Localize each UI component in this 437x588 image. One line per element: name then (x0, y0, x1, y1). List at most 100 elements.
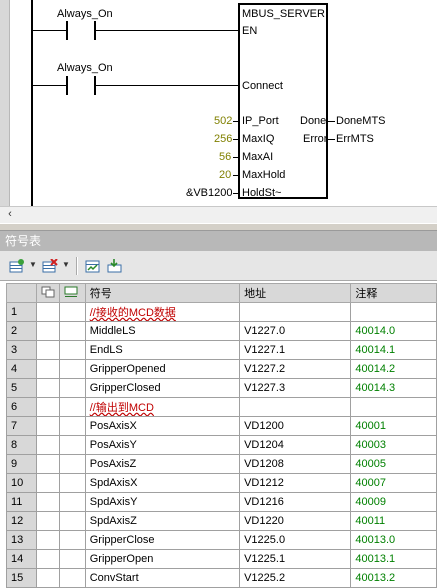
horizontal-scrollbar[interactable]: ‹ (0, 206, 437, 223)
comment-cell[interactable]: 40014.1 (350, 340, 437, 360)
table-row[interactable]: 15 ConvStart V1225.2 40013.2 (6, 568, 437, 588)
table-row-group[interactable]: 1 //接收的MCD数据 (6, 302, 437, 322)
delete-row-icon[interactable] (42, 259, 58, 273)
address-cell[interactable]: VD1200 (239, 416, 352, 436)
comment-cell[interactable]: 40011 (350, 511, 437, 531)
flag-cell[interactable] (58, 454, 86, 474)
symbol-cell[interactable]: EndLS (84, 340, 241, 360)
address-cell[interactable]: VD1220 (239, 511, 352, 531)
symbol-cell[interactable]: SpdAxisX (84, 473, 241, 493)
symbol-cell[interactable]: GripperOpen (84, 549, 241, 569)
ladder-editor[interactable]: Always_On Always_On MBUS_SERVER EN Conne… (0, 0, 437, 206)
status-cell[interactable] (35, 435, 60, 455)
table-row[interactable]: 2 MiddleLS V1227.0 40014.0 (6, 321, 437, 341)
flag-cell[interactable] (58, 473, 86, 493)
comment-cell[interactable]: 40013.2 (350, 568, 437, 588)
address-cell[interactable]: VD1212 (239, 473, 352, 493)
table-row[interactable]: 10 SpdAxisX VD1212 40007 (6, 473, 437, 493)
table-row[interactable]: 5 GripperClosed V1227.3 40014.3 (6, 378, 437, 398)
symbol-cell[interactable]: //接收的MCD数据 (84, 302, 241, 322)
status-cell[interactable] (35, 530, 60, 550)
symbol-cell[interactable]: PosAxisX (84, 416, 241, 436)
flag-cell[interactable] (58, 359, 86, 379)
symbol-cell[interactable]: PosAxisZ (84, 454, 241, 474)
table-row[interactable]: 12 SpdAxisZ VD1220 40011 (6, 511, 437, 531)
address-cell[interactable] (239, 397, 352, 417)
status-cell[interactable] (35, 302, 60, 322)
insert-row-icon[interactable] (9, 259, 25, 273)
symbol-cell[interactable]: SpdAxisZ (84, 511, 241, 531)
chevron-down-icon[interactable]: ▼ (62, 261, 70, 269)
normally-open-contact[interactable] (66, 76, 96, 95)
status-cell[interactable] (35, 416, 60, 436)
table-row[interactable]: 4 GripperOpened V1227.2 40014.2 (6, 359, 437, 379)
status-cell[interactable] (35, 549, 60, 569)
symbol-cell[interactable]: //输出到MCD (84, 397, 241, 417)
comment-cell[interactable]: 40013.0 (350, 530, 437, 550)
symbol-cell[interactable]: MiddleLS (84, 321, 241, 341)
symbol-cell[interactable]: SpdAxisY (84, 492, 241, 512)
status-cell[interactable] (35, 397, 60, 417)
flag-cell[interactable] (58, 302, 86, 322)
status-cell[interactable] (35, 378, 60, 398)
address-cell[interactable]: V1227.0 (239, 321, 352, 341)
comment-cell[interactable]: 40007 (350, 473, 437, 493)
symbol-cell[interactable]: PosAxisY (84, 435, 241, 455)
symbol-cell[interactable]: GripperClosed (84, 378, 241, 398)
comment-cell[interactable]: 40013.1 (350, 549, 437, 569)
table-row[interactable]: 8 PosAxisY VD1204 40003 (6, 435, 437, 455)
status-cell[interactable] (35, 511, 60, 531)
address-cell[interactable]: V1225.0 (239, 530, 352, 550)
address-cell[interactable] (239, 302, 352, 322)
table-row[interactable]: 14 GripperOpen V1225.1 40013.1 (6, 549, 437, 569)
pane-splitter[interactable] (0, 223, 437, 231)
status-cell[interactable] (35, 454, 60, 474)
symbol-cell[interactable]: GripperClose (84, 530, 241, 550)
table-row[interactable]: 9 PosAxisZ VD1208 40005 (6, 454, 437, 474)
header-address[interactable]: 地址 (239, 283, 352, 303)
status-cell[interactable] (35, 359, 60, 379)
address-cell[interactable]: V1227.1 (239, 340, 352, 360)
flag-cell[interactable] (58, 492, 86, 512)
flag-cell[interactable] (58, 549, 86, 569)
comment-cell[interactable]: 40003 (350, 435, 437, 455)
header-unused[interactable] (58, 283, 86, 303)
flag-cell[interactable] (58, 340, 86, 360)
table-row[interactable]: 11 SpdAxisY VD1216 40009 (6, 492, 437, 512)
address-cell[interactable]: V1225.1 (239, 549, 352, 569)
comment-cell[interactable] (350, 302, 437, 322)
table-row[interactable]: 3 EndLS V1227.1 40014.1 (6, 340, 437, 360)
scroll-left-icon[interactable]: ‹ (3, 207, 17, 222)
status-cell[interactable] (35, 473, 60, 493)
comment-cell[interactable]: 40009 (350, 492, 437, 512)
address-cell[interactable]: V1225.2 (239, 568, 352, 588)
flag-cell[interactable] (58, 378, 86, 398)
chevron-down-icon[interactable]: ▼ (29, 261, 37, 269)
table-row[interactable]: 7 PosAxisX VD1200 40001 (6, 416, 437, 436)
table-row[interactable]: 13 GripperClose V1225.0 40013.0 (6, 530, 437, 550)
address-cell[interactable]: V1227.3 (239, 378, 352, 398)
flag-cell[interactable] (58, 530, 86, 550)
comment-cell[interactable]: 40014.0 (350, 321, 437, 341)
header-status[interactable] (35, 283, 60, 303)
flag-cell[interactable] (58, 321, 86, 341)
status-cell[interactable] (35, 321, 60, 341)
flag-cell[interactable] (58, 416, 86, 436)
comment-cell[interactable]: 40001 (350, 416, 437, 436)
status-cell[interactable] (35, 568, 60, 588)
create-symbols-icon[interactable] (85, 259, 101, 273)
comment-cell[interactable]: 40005 (350, 454, 437, 474)
address-cell[interactable]: VD1216 (239, 492, 352, 512)
symbol-cell[interactable]: ConvStart (84, 568, 241, 588)
normally-open-contact[interactable] (66, 21, 96, 40)
symbol-cell[interactable]: GripperOpened (84, 359, 241, 379)
comment-cell[interactable]: 40014.3 (350, 378, 437, 398)
header-symbol[interactable]: 符号 (84, 283, 241, 303)
apply-symbols-icon[interactable] (107, 259, 123, 273)
address-cell[interactable]: VD1208 (239, 454, 352, 474)
address-cell[interactable]: V1227.2 (239, 359, 352, 379)
status-cell[interactable] (35, 492, 60, 512)
table-row-group[interactable]: 6 //输出到MCD (6, 397, 437, 417)
flag-cell[interactable] (58, 568, 86, 588)
address-cell[interactable]: VD1204 (239, 435, 352, 455)
